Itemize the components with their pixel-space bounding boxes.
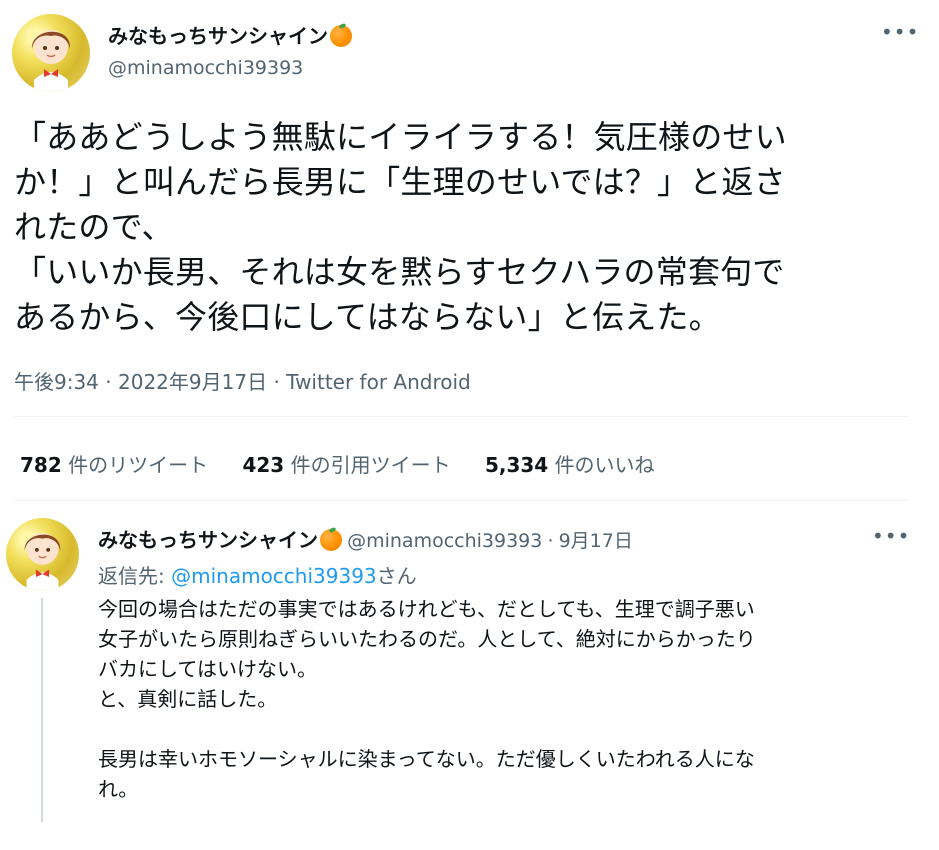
meta-separator: · bbox=[105, 370, 112, 394]
avatar-illustration bbox=[24, 532, 61, 591]
reply-date[interactable]: 9月17日 bbox=[559, 530, 633, 552]
tweet-date[interactable]: 2022年9月17日 bbox=[118, 370, 267, 394]
meta-separator: · bbox=[273, 370, 280, 394]
thread-line bbox=[41, 598, 43, 822]
reply-display-name[interactable]: みなもっちサンシャイン bbox=[98, 528, 318, 552]
retweet-label: 件のリツイート bbox=[68, 453, 209, 477]
replying-to-prefix: 返信先: bbox=[98, 564, 172, 588]
orange-emoji-icon bbox=[330, 25, 352, 47]
retweets-stat[interactable]: 782 件のリツイート bbox=[20, 453, 214, 477]
replying-to-handle[interactable]: @minamocchi39393 bbox=[171, 564, 377, 588]
author-name[interactable]: みなもっちサンシャイン bbox=[108, 20, 352, 49]
like-count: 5,334 bbox=[484, 453, 549, 477]
reply-separator: · bbox=[547, 530, 554, 552]
tweet-time[interactable]: 午後9:34 bbox=[14, 370, 99, 394]
quote-label: 件の引用ツイート bbox=[290, 453, 451, 477]
reply-avatar[interactable] bbox=[6, 518, 79, 591]
divider bbox=[14, 500, 907, 501]
avatar[interactable] bbox=[12, 14, 90, 92]
reply-tweet-text: 今回の場合はただの事実ではあるけれども、だとしても、生理で調子悪い 女子がいたら… bbox=[98, 597, 756, 801]
avatar-illustration bbox=[31, 30, 71, 92]
replying-to-suffix: さん bbox=[376, 564, 417, 588]
tweet-source[interactable]: Twitter for Android bbox=[286, 370, 471, 394]
author-handle[interactable]: @minamocchi39393 bbox=[108, 57, 303, 79]
quote-count: 423 bbox=[242, 453, 285, 477]
like-label: 件のいいね bbox=[554, 453, 655, 477]
display-name[interactable]: みなもっちサンシャイン bbox=[108, 24, 328, 48]
more-horizontal-icon[interactable]: ••• bbox=[881, 20, 919, 44]
tweet-meta: 午後9:34 · 2022年9月17日 · Twitter for Androi… bbox=[14, 366, 471, 395]
retweet-count: 782 bbox=[20, 453, 62, 477]
likes-stat[interactable]: 5,334 件のいいね bbox=[485, 453, 655, 477]
quotes-stat[interactable]: 423 件の引用ツイート bbox=[242, 453, 456, 477]
more-horizontal-icon[interactable]: ••• bbox=[872, 524, 910, 548]
reply-header: みなもっちサンシャイン @minamocchi39393 · 9月17日 bbox=[98, 524, 633, 553]
tweet-stats: 782 件のリツイート 423 件の引用ツイート 5,334 件のいいね bbox=[20, 449, 655, 478]
divider bbox=[14, 416, 907, 417]
tweet-text: 「ああどうしよう無駄にイライラする！気圧様のせい か！」と叫んだら長男に「生理の… bbox=[14, 118, 787, 336]
replying-to: 返信先: @minamocchi39393さん bbox=[98, 560, 417, 589]
orange-emoji-icon bbox=[320, 529, 342, 551]
reply-handle[interactable]: @minamocchi39393 bbox=[347, 530, 542, 552]
